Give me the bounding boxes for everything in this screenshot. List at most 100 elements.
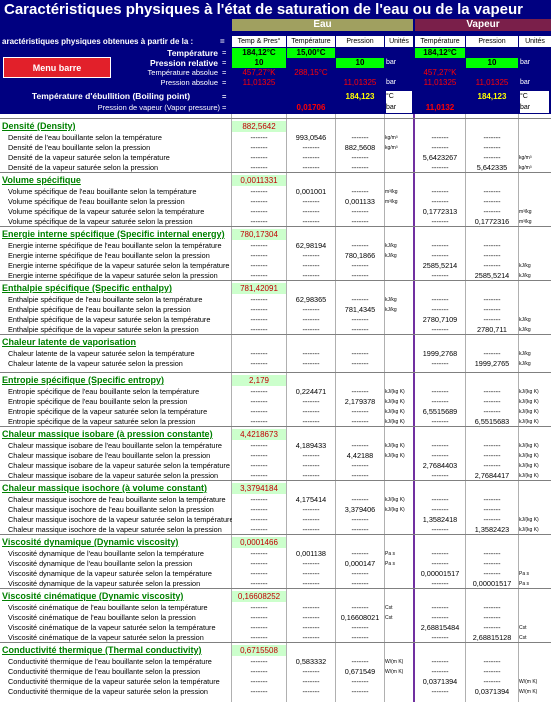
vapor-eq: = <box>222 103 227 112</box>
cell-steam-pres: ------- <box>483 305 501 314</box>
section-value: 0,6715508 <box>232 645 286 656</box>
cell-water-pres: ------- <box>351 207 369 216</box>
cell-water-pres: ------- <box>351 153 369 162</box>
cell-water-pres: 2,179378 <box>344 397 376 406</box>
cell-water-pres: ------- <box>351 387 369 396</box>
cell-steam-pres: ------- <box>483 623 501 632</box>
cell-temppres: ------- <box>250 187 268 196</box>
row-label: Volume spécifique de la vapeur saturée s… <box>8 207 205 216</box>
section-title: Chaleur massique isochore (à volume cons… <box>2 483 208 493</box>
cell-water-unit: kJ/(kg K) <box>385 507 405 513</box>
property-section: Chaleur massique isobare (à pression con… <box>0 426 551 480</box>
cell-water-temp: 4,189433 <box>295 441 327 450</box>
cell-steam-unit: kJ/(kg K) <box>519 389 539 395</box>
cell-steam-unit: kJ/(kg K) <box>519 453 539 459</box>
cell-temppres: ------- <box>250 505 268 514</box>
cell-steam-temp: 0,00001517 <box>420 569 460 578</box>
property-section: Chaleur latente de vaporisation Chaleur l… <box>0 334 551 372</box>
cell-steam-unit: kJ/(kg K) <box>519 443 539 449</box>
cell-steam-temp: 1,3582418 <box>422 515 458 524</box>
cell-water-pres: 0,001133 <box>345 197 375 206</box>
cell-temppres: ------- <box>250 197 268 206</box>
data-table: Densité (Density) 882,5642 Densité de l'ea… <box>0 114 551 702</box>
header-row-eq: = <box>222 48 227 57</box>
section-value: 0,0011331 <box>232 175 286 186</box>
row-label: Viscosité cinématique de la vapeur satur… <box>8 623 216 632</box>
property-section: Entropie spécifique (Specific entropy) 2,… <box>0 372 551 426</box>
row-label: Enthalpie spécifique de la vapeur saturé… <box>8 315 211 324</box>
cell-water-temp: ------- <box>302 143 320 152</box>
cell-steam-temp: ------- <box>431 613 449 622</box>
cell-water-unit: kJ/kg <box>385 253 397 259</box>
page-title: Caractéristiques physiques à l'état de s… <box>0 0 551 19</box>
row-label: Viscosité dynamique de l'eau bouillante … <box>8 559 193 568</box>
cell-water-pres: 0,671549 <box>344 667 376 676</box>
cell-water-pres: 781,4345 <box>344 305 376 314</box>
cell-steam-temp: 2,68815484 <box>420 623 460 632</box>
steam-unit: bar <box>520 59 531 66</box>
boiling-water-unit: °C <box>386 91 412 102</box>
boiling-steam-unit: °C <box>520 91 549 102</box>
cell-steam-pres: ------- <box>483 515 501 524</box>
cell-water-temp: ------- <box>302 261 320 270</box>
cell-water-pres: ------- <box>351 657 369 666</box>
section-title: Densité (Density) <box>2 121 76 131</box>
col-header-vunit: Unités <box>519 36 551 47</box>
cell-steam-unit: kJ/kg <box>519 361 531 367</box>
cell-water-pres: 4,42188 <box>346 451 374 460</box>
cell-steam-pres: ------- <box>483 241 501 250</box>
cell-water-unit: kJ/(kg K) <box>385 399 405 405</box>
cell-water-unit: W/(m K) <box>385 669 404 675</box>
cell-steam-pres: ------- <box>483 569 501 578</box>
cell-steam-pres: ------- <box>483 677 501 686</box>
menu-barre-button[interactable]: Menu barre <box>3 57 111 78</box>
cell-steam-unit: kJ/kg <box>519 317 531 323</box>
cell-steam-unit: m³/kg <box>519 209 532 215</box>
header-row-eq: = <box>222 78 227 87</box>
cell-water-unit: kJ/kg <box>385 243 397 249</box>
cell-water-temp: 4,175414 <box>295 495 327 504</box>
header-row-eq: = <box>222 68 227 77</box>
row-label: Conductivité thermique de la vapeur satu… <box>8 687 208 696</box>
cell-steam-temp: ------- <box>431 603 449 612</box>
cell-water-temp: ------- <box>302 349 320 358</box>
row-label: Enthalpie spécifique de l'eau bouillante… <box>8 295 203 304</box>
cell-steam-pres: ------- <box>483 387 501 396</box>
cell-temppres: ------- <box>250 251 268 260</box>
cell-water-temp: ------- <box>302 613 320 622</box>
cell-water-unit: W/(m K) <box>385 659 404 665</box>
steam-unit: bar <box>520 79 531 86</box>
cell-water-temp: ------- <box>302 315 320 324</box>
cell-temppres: ------- <box>250 207 268 216</box>
header-row-label: Température absolue <box>147 68 218 77</box>
row-label: Chaleur latente de la vapeur saturée sel… <box>8 359 183 368</box>
cell-water-pres: 882,5608 <box>344 143 376 152</box>
section-title: Energie interne spécifique (Specific int… <box>2 229 225 239</box>
cell-temppres: ------- <box>250 295 268 304</box>
cell-water-temp: 0,001138 <box>296 549 326 558</box>
cell-temppres: ------- <box>250 241 268 250</box>
row-label: Viscosité cinématique de l'eau bouillant… <box>8 603 208 612</box>
cell-water-temp: ------- <box>302 207 320 216</box>
cell-water-temp: ------- <box>302 407 320 416</box>
row-label: Viscosité cinématique de l'eau bouillant… <box>8 613 196 622</box>
cell-steam-unit: Pa s <box>519 571 530 577</box>
cell-steam-pres: ------- <box>483 505 501 514</box>
section-value: 781,42091 <box>232 283 286 294</box>
cell-water-temp: ------- <box>302 505 320 514</box>
cell-water-temp: ------- <box>302 305 320 314</box>
cell-steam-temp: ------- <box>431 197 449 206</box>
cell-temppres: ------- <box>250 407 268 416</box>
row-label: Densité de l'eau bouillante selon la pre… <box>8 143 151 152</box>
cell-steam-unit: kJ/kg <box>519 263 531 269</box>
cell-water-pres: 780,1866 <box>344 251 376 260</box>
row-label: Conductivité thermique de l'eau bouillan… <box>8 657 212 666</box>
cell-steam-unit: kJ/(kg K) <box>519 463 539 469</box>
row-label: Entropie spécifique de la vapeur saturée… <box>8 407 208 416</box>
steam-temp-value: 184,12°C <box>415 48 465 58</box>
cell-steam-unit: kg/m³ <box>519 155 532 161</box>
cell-water-pres: ------- <box>351 133 369 142</box>
row-label: Chaleur massique isochore de l'eau bouil… <box>8 505 214 514</box>
cell-water-unit: m³/kg <box>385 189 398 195</box>
section-value: 882,5642 <box>232 121 286 132</box>
